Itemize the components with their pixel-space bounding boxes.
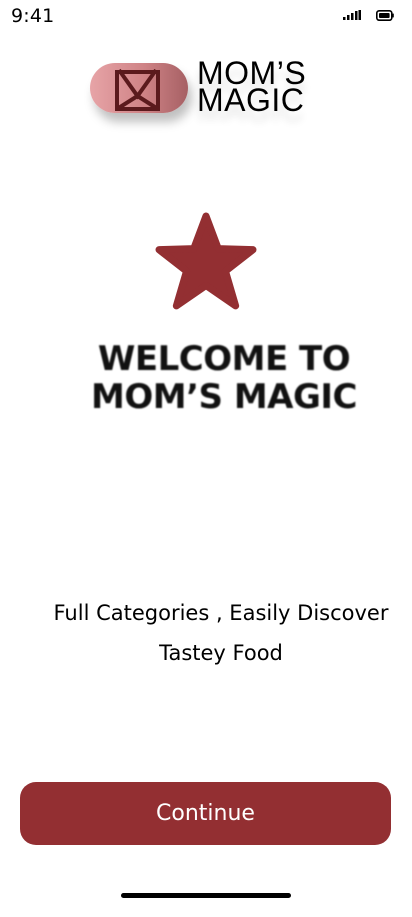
welcome-title-line2: MOM’S MAGIC — [91, 377, 357, 417]
star-icon — [155, 212, 257, 310]
status-time: 9:41 — [11, 5, 55, 27]
status-bar: 9:41 — [0, 0, 412, 32]
logo-wordmark: MOM’S MAGIC — [197, 57, 322, 118]
logo-text-line2: MAGIC — [197, 82, 305, 118]
welcome-title-line1: WELCOME TO — [97, 339, 351, 379]
home-indicator[interactable] — [121, 893, 291, 898]
battery-icon — [376, 10, 394, 21]
logo-mark-icon — [115, 68, 160, 111]
subtitle: Full Categories , Easily Discover Tastey… — [0, 593, 412, 673]
app-logo: MOM’S MAGIC — [90, 57, 325, 128]
continue-button[interactable]: Continue — [20, 782, 391, 845]
subtitle-line2: Tastey Food — [159, 641, 283, 665]
welcome-title: WELCOME TO MOM’S MAGIC — [0, 340, 412, 416]
cellular-signal-icon — [343, 10, 361, 20]
subtitle-line1: Full Categories , Easily Discover — [53, 601, 389, 625]
